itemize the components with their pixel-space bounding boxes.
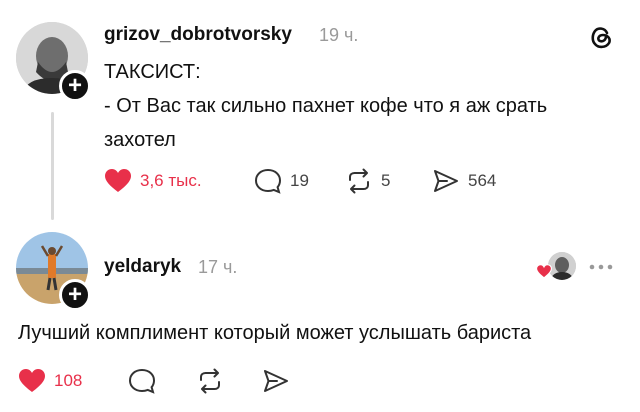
post-username[interactable]: grizov_dobrotvorsky (104, 24, 292, 46)
heart-filled-icon (535, 264, 553, 284)
post-timestamp: 19 ч. (319, 25, 359, 45)
share-button[interactable]: 564 (432, 168, 496, 194)
comment-count: 19 (290, 171, 309, 190)
comment-button[interactable]: 19 (254, 168, 309, 194)
author-liked-badge (534, 252, 578, 282)
send-icon (432, 168, 460, 194)
repost-icon (345, 168, 373, 194)
post-text-line-1: ТАКСИСТ: (104, 61, 201, 83)
like-button[interactable]: 3,6 тыс. (104, 168, 202, 194)
follow-plus-button[interactable]: + (59, 70, 91, 102)
reply-repost-button[interactable] (196, 368, 224, 394)
comment-bubble-icon (254, 168, 282, 194)
reply-share-button[interactable] (262, 368, 290, 394)
post-text-line-3: захотел (104, 129, 176, 151)
thread-connector-line (51, 112, 54, 220)
share-count: 564 (468, 171, 497, 190)
comment-bubble-icon (128, 368, 156, 394)
post-text-line-2: - От Вас так сильно пахнет кофе что я аж… (104, 95, 548, 117)
reply-text: Лучший комплимент который может услышать… (18, 322, 532, 344)
follow-plus-button[interactable]: + (59, 279, 91, 311)
send-icon (262, 368, 290, 394)
reply-like-button[interactable]: 108 (18, 368, 82, 394)
heart-filled-icon (104, 168, 132, 194)
reply-timestamp: 17 ч. (198, 257, 238, 277)
reply-like-count: 108 (54, 371, 83, 390)
heart-filled-icon (18, 368, 46, 394)
repost-count: 5 (381, 171, 391, 190)
author-mini-avatar (548, 252, 576, 280)
more-options-button[interactable] (587, 260, 615, 274)
reply-comment-button[interactable] (128, 368, 156, 394)
repost-icon (196, 368, 224, 394)
ellipsis-icon (589, 264, 613, 270)
repost-button[interactable]: 5 (345, 168, 390, 194)
reply-username[interactable]: yeldaryk (104, 256, 181, 278)
like-count: 3,6 тыс. (140, 171, 202, 190)
threads-logo-icon[interactable] (586, 22, 616, 52)
